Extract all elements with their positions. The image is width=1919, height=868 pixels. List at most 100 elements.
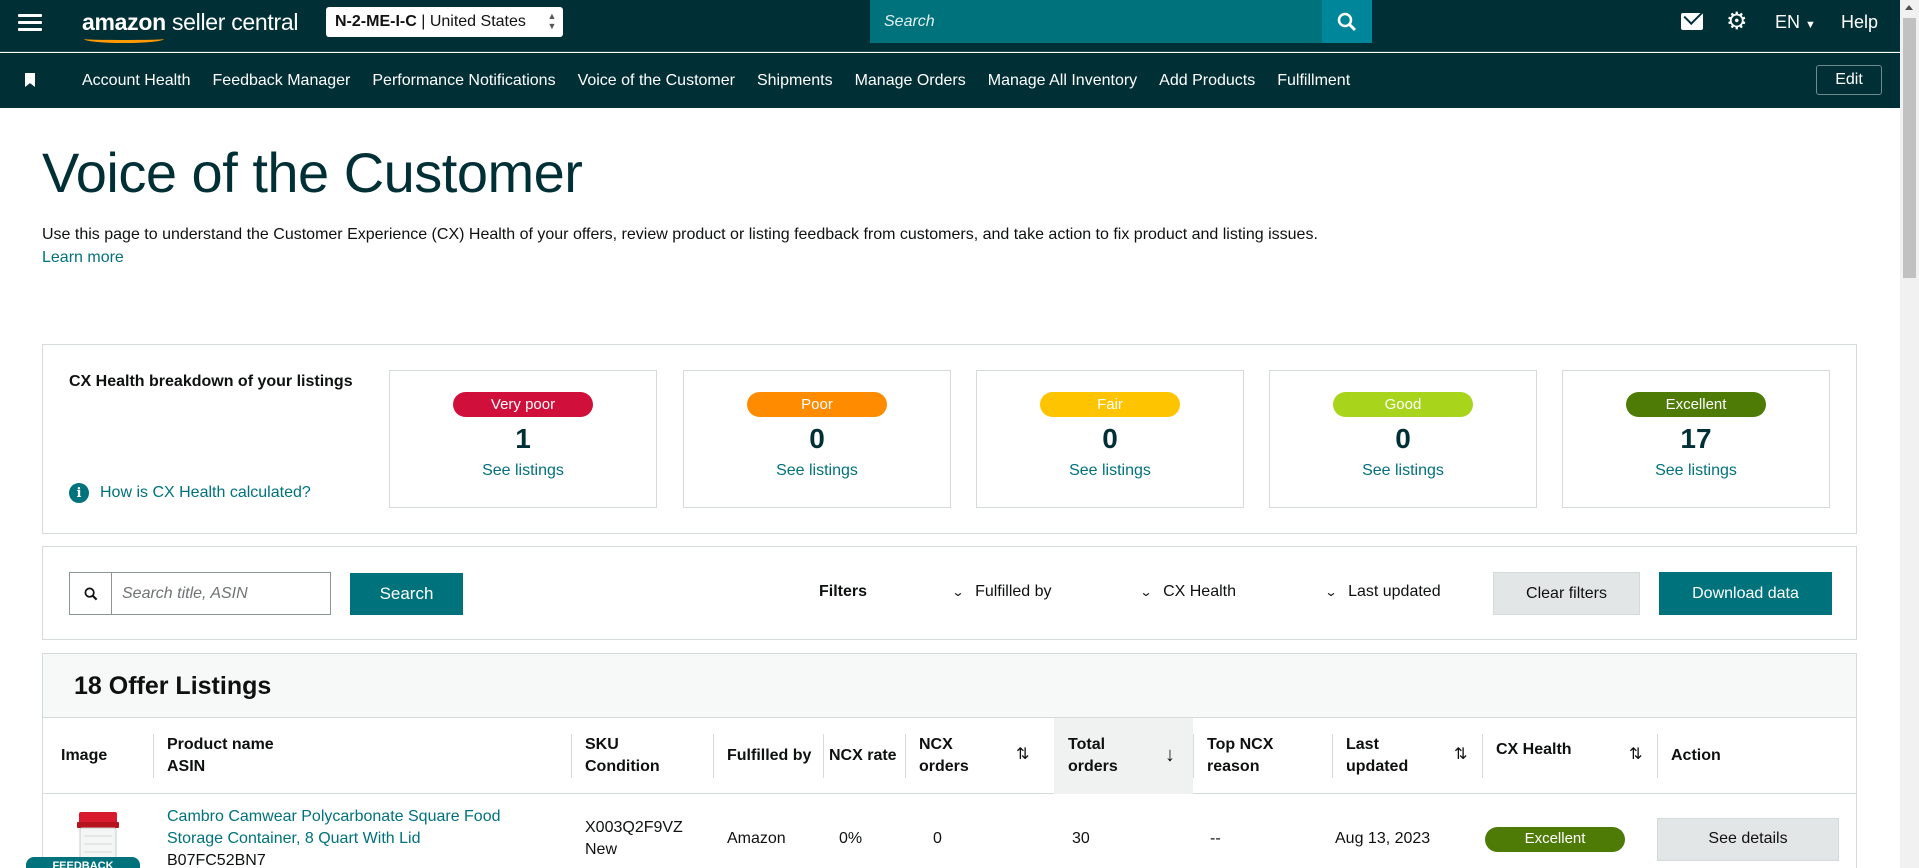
last-updated-dropdown[interactable]: ⌄ Last updated	[1324, 583, 1441, 601]
search-button[interactable]: Search	[350, 573, 463, 615]
product-name-cell: Cambro Camwear Polycarbonate Square Food…	[167, 794, 571, 868]
see-listings-link[interactable]: See listings	[1563, 462, 1829, 480]
chevron-updown-icon: ▲ ▼	[547, 11, 557, 31]
fulfilled-by-label: Fulfilled by	[975, 583, 1052, 600]
cx-count: 0	[809, 423, 825, 454]
nav-item-voice-of-the-customer[interactable]: Voice of the Customer	[578, 72, 735, 90]
download-data-button[interactable]: Download data	[1659, 572, 1832, 615]
sku-value: X003Q2F9VZ	[585, 819, 683, 836]
feedback-tab[interactable]: FEEDBACK	[26, 857, 140, 868]
action-cell: See details	[1657, 794, 1857, 868]
fulfilled-by-cell: Amazon	[727, 830, 786, 847]
last-updated-cell: Aug 13, 2023	[1335, 830, 1431, 847]
cx-health-panel: CX Health breakdown of your listings i H…	[42, 344, 1857, 534]
status-badge: Excellent	[1626, 392, 1766, 417]
col-top-ncx-reason[interactable]: Top NCX reason	[1193, 718, 1332, 794]
table-title: 18 Offer Listings	[74, 672, 272, 700]
status-badge: Good	[1333, 392, 1473, 417]
global-search-button[interactable]	[1322, 0, 1372, 43]
total-orders-cell: 30	[1072, 830, 1090, 847]
cx-health-calc-link[interactable]: i How is CX Health calculated?	[69, 483, 311, 503]
col-image-label: Image	[61, 747, 108, 764]
cx-count: 0	[1102, 423, 1118, 454]
product-asin: B07FC52BN7	[167, 852, 266, 868]
scroll-thumb[interactable]	[1903, 18, 1916, 278]
col-ncx-orders[interactable]: NCX orders ⇅	[905, 718, 1044, 794]
clear-filters-button[interactable]: Clear filters	[1493, 572, 1640, 615]
store-country: | United States	[421, 13, 526, 30]
nav-item-add-products[interactable]: Add Products	[1159, 72, 1255, 90]
see-listings-link[interactable]: See listings	[977, 462, 1243, 480]
store-selector[interactable]: N-2-ME-I-C | United States ▲ ▼	[326, 7, 563, 37]
nav-item-fulfillment[interactable]: Fulfillment	[1277, 72, 1350, 90]
col-total-orders[interactable]: Total orders ↓	[1054, 718, 1193, 794]
col-fulfilled-by[interactable]: Fulfilled by	[713, 718, 823, 794]
col-ncx-rate[interactable]: NCX rate	[823, 718, 905, 794]
col-last-updated-label-2: updated	[1346, 758, 1409, 775]
col-sku-label: SKU	[585, 736, 619, 753]
language-selector[interactable]: EN ▼	[1775, 12, 1816, 33]
see-listings-link[interactable]: See listings	[1270, 462, 1536, 480]
cx-health-label: CX Health	[1163, 583, 1236, 600]
edit-bookmarks-button[interactable]: Edit	[1816, 65, 1882, 95]
scroll-up-arrow-icon[interactable]	[1905, 5, 1913, 10]
col-cx-health[interactable]: CX Health ⇅	[1482, 718, 1657, 794]
mail-icon[interactable]	[1681, 13, 1703, 30]
sort-icon[interactable]: ⇅	[1629, 744, 1647, 766]
gear-icon[interactable]: ⚙	[1726, 10, 1750, 34]
col-ncx-rate-label: NCX rate	[829, 747, 897, 764]
col-fulfilled-by-label: Fulfilled by	[727, 747, 812, 764]
product-name-link[interactable]: Cambro Camwear Polycarbonate Square Food…	[167, 808, 501, 847]
top-bar: amazon seller central N-2-ME-I-C | Unite…	[0, 0, 1900, 52]
ncx-rate-cell: 0%	[839, 830, 863, 847]
filter-panel: Search Filters ⌄ Fulfilled by ⌄ CX Healt…	[42, 546, 1857, 640]
arrow-down-icon[interactable]: ↓	[1165, 744, 1183, 766]
listing-search	[69, 572, 331, 615]
nav-item-performance-notifications[interactable]: Performance Notifications	[372, 72, 555, 90]
cx-card-very-poor: Very poor 1 See listings	[389, 370, 657, 508]
nav-item-shipments[interactable]: Shipments	[757, 72, 833, 90]
cx-health-calc-label: How is CX Health calculated?	[100, 484, 311, 501]
see-listings-link[interactable]: See listings	[390, 462, 656, 480]
status-badge: Very poor	[453, 392, 593, 417]
nav-item-feedback-manager[interactable]: Feedback Manager	[213, 72, 351, 90]
nav-item-account-health[interactable]: Account Health	[82, 72, 191, 90]
search-icon	[70, 573, 112, 614]
ncx-orders-cell: 0	[933, 830, 942, 847]
help-link[interactable]: Help	[1841, 12, 1878, 33]
learn-more-link[interactable]: Learn more	[42, 249, 124, 267]
col-last-updated-label-1: Last	[1346, 736, 1379, 753]
bookmark-icon[interactable]	[25, 73, 35, 87]
see-details-button[interactable]: See details	[1657, 817, 1839, 861]
chevron-down-icon: ⌄	[1139, 585, 1153, 599]
col-sku[interactable]: SKU Condition	[571, 718, 713, 794]
sort-icon[interactable]: ⇅	[1016, 744, 1034, 766]
global-search-input[interactable]: Search	[870, 0, 1322, 43]
col-action-label: Action	[1671, 747, 1721, 764]
cx-card-good: Good 0 See listings	[1269, 370, 1537, 508]
cx-card-poor: Poor 0 See listings	[683, 370, 951, 508]
amazon-seller-central-logo[interactable]: amazon seller central	[82, 9, 299, 43]
col-product-name[interactable]: Product name ASIN	[153, 718, 571, 794]
nav-item-manage-all-inventory[interactable]: Manage All Inventory	[988, 72, 1137, 90]
cx-health-dropdown[interactable]: ⌄ CX Health	[1139, 583, 1236, 601]
col-image: Image	[43, 718, 153, 794]
search-icon	[1337, 12, 1357, 31]
last-updated-label: Last updated	[1348, 583, 1441, 600]
condition-value: New	[585, 841, 618, 858]
table-title-bar: 18 Offer Listings	[43, 654, 1856, 718]
col-last-updated[interactable]: Last updated ⇅	[1332, 718, 1482, 794]
listing-search-input[interactable]	[112, 573, 330, 614]
logo-amazon-text: amazon	[82, 9, 166, 35]
fulfilled-by-dropdown[interactable]: ⌄ Fulfilled by	[951, 583, 1052, 601]
sku-cell: X003Q2F9VZ New	[585, 794, 713, 868]
page-title: Voice of the Customer	[42, 141, 583, 204]
sort-icon[interactable]: ⇅	[1454, 744, 1472, 766]
page-scrollbar[interactable]	[1900, 0, 1919, 868]
see-listings-link[interactable]: See listings	[684, 462, 950, 480]
col-condition-label: Condition	[585, 758, 660, 775]
logo-seller-central-text: seller central	[171, 9, 299, 35]
page-intro: Use this page to understand the Customer…	[42, 226, 1318, 243]
nav-item-manage-orders[interactable]: Manage Orders	[855, 72, 966, 90]
menu-icon[interactable]	[18, 14, 42, 34]
